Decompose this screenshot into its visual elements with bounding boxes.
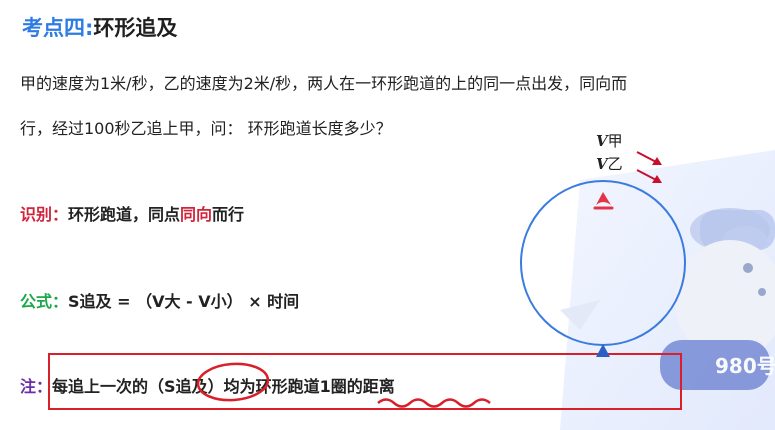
speed-jia-label: V甲 bbox=[596, 130, 623, 151]
track-diagram bbox=[196, 151, 686, 408]
track-bottom-marker bbox=[596, 344, 610, 357]
speed-jia-symbol: V bbox=[596, 132, 608, 150]
speed-jia-name: 甲 bbox=[607, 132, 623, 150]
circular-track bbox=[520, 180, 686, 346]
speed-yi-name: 乙 bbox=[607, 155, 623, 173]
circle-annotation bbox=[196, 362, 270, 402]
speed-yi-label: V乙 bbox=[596, 153, 623, 174]
wavy-underline-annotation bbox=[377, 398, 491, 408]
start-point-marker bbox=[596, 192, 611, 205]
speed-yi-symbol: V bbox=[596, 155, 608, 173]
direction-arrow-icon bbox=[636, 151, 662, 183]
